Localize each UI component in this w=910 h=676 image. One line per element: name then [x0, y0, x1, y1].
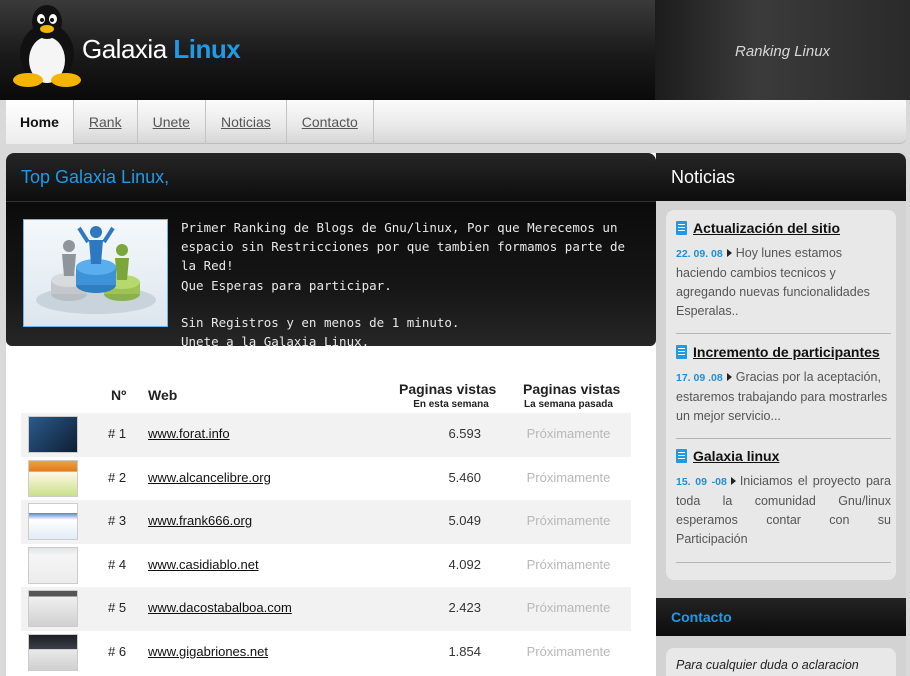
document-icon: [676, 449, 687, 463]
page-title: Top Galaxia Linux,: [21, 167, 170, 187]
news-body: 22. 09. 08 Hoy lunes estamos haciendo cam…: [676, 244, 891, 321]
intro-text: Primer Ranking de Blogs de Gnu/linux, Po…: [181, 218, 646, 351]
col-subheader-views-last: La semana pasada: [524, 399, 613, 410]
views-last-week: Próximamente: [526, 513, 611, 529]
site-thumbnail[interactable]: [28, 590, 78, 628]
nav-item-home[interactable]: Home: [6, 100, 74, 144]
brand-right: Linux: [173, 34, 241, 64]
views-count: 5.460: [448, 469, 481, 485]
main-content: Top Galaxia Linux, Primer Ranking de Blo…: [6, 153, 656, 676]
document-icon: [676, 221, 687, 235]
views-count: 1.854: [448, 643, 481, 659]
news-date: 22. 09. 08: [676, 248, 723, 260]
sidebar-header: Noticias: [656, 153, 906, 201]
contact-title: Contacto: [671, 609, 732, 625]
news-title-link[interactable]: Incremento de participantes: [676, 344, 891, 360]
news-divider: [676, 438, 891, 439]
views-last-week: Próximamente: [526, 600, 611, 616]
table-row: # 5 www.dacostabalboa.com 2.423 Próximam…: [21, 587, 631, 631]
news-title-link[interactable]: Actualización del sitio: [676, 220, 891, 236]
views-last-week: Próximamente: [526, 556, 611, 572]
site-header: Galaxia Linux Ranking Linux: [0, 0, 910, 100]
views-count: 5.049: [448, 513, 481, 529]
table-row: # 4 www.casidiablo.net 4.092 Próximament…: [21, 544, 631, 588]
contact-box: Para cualquier duda o aclaracion: [666, 648, 896, 676]
views-count: 4.092: [448, 556, 481, 572]
news-body: 15. 09 -08 Iniciamos el proyecto para tod…: [676, 472, 891, 549]
rank-number: # 3: [108, 513, 127, 529]
news-divider: [676, 562, 891, 563]
table-row: # 1 www.forat.info 6.593 Próximamente: [21, 413, 631, 457]
news-list: Actualización del sitio 22. 09. 08 Hoy lu…: [666, 210, 896, 580]
contact-text: Para cualquier duda o aclaracion: [676, 658, 859, 672]
arrow-right-icon: [726, 373, 732, 381]
table-row: # 2 www.alcancelibre.org 5.460 Próximame…: [21, 457, 631, 501]
rank-number: # 2: [108, 469, 127, 485]
news-divider: [676, 333, 891, 334]
site-link[interactable]: www.gigabriones.net: [148, 644, 268, 659]
site-link[interactable]: www.casidiablo.net: [148, 557, 259, 572]
news-item: Incremento de participantes 17. 09 .08 Gr…: [676, 344, 891, 426]
rank-number: # 6: [108, 643, 127, 659]
news-item: Galaxia linux 15. 09 -08 Iniciamos el pro…: [676, 448, 891, 549]
site-link[interactable]: www.frank666.org: [148, 513, 252, 528]
header-tagline: Ranking Linux: [735, 43, 831, 60]
col-header-views-last: Paginas vistas: [523, 381, 621, 397]
people-podium-icon: [36, 226, 156, 314]
news-title: Galaxia linux: [693, 448, 780, 464]
document-icon: [676, 345, 687, 359]
table-row: # 6 www.gigabriones.net 1.854 Próximamen…: [21, 631, 631, 675]
nav-item-rank[interactable]: Rank: [74, 100, 138, 144]
arrow-right-icon: [730, 477, 736, 485]
site-thumbnail[interactable]: [28, 546, 78, 584]
site-logo-text[interactable]: Galaxia Linux: [82, 34, 241, 65]
site-link[interactable]: www.alcancelibre.org: [148, 470, 271, 485]
col-header-views-week: Paginas vistas: [399, 381, 497, 397]
views-last-week: Próximamente: [526, 426, 611, 441]
col-header-number: Nº: [111, 387, 127, 403]
views-last-week: Próximamente: [526, 469, 611, 485]
nav-item-unete[interactable]: Unete: [138, 100, 206, 144]
arrow-right-icon: [726, 249, 732, 257]
ranking-table: Nº Web Paginas vistas En esta semana Pag…: [21, 375, 631, 675]
main-nav: Home Rank Unete Noticias Contacto: [6, 100, 906, 144]
site-thumbnail[interactable]: [28, 459, 78, 497]
news-title: Actualización del sitio: [693, 220, 841, 236]
news-body: 17. 09 .08 Gracias por la aceptación, est…: [676, 368, 891, 426]
intro-panel: Primer Ranking de Blogs de Gnu/linux, Po…: [6, 201, 656, 349]
views-last-week: Próximamente: [526, 643, 611, 659]
col-subheader-views-week: En esta semana: [413, 399, 489, 410]
sidebar-title: Noticias: [671, 167, 736, 187]
col-header-web: Web: [148, 387, 178, 403]
intro-paragraph-2: Sin Registros y en menos de 1 minuto. Un…: [181, 314, 460, 350]
site-link[interactable]: www.forat.info: [148, 426, 230, 441]
site-link[interactable]: www.dacostabalboa.com: [148, 600, 292, 615]
main-title-band: Top Galaxia Linux,: [6, 153, 656, 201]
nav-item-noticias[interactable]: Noticias: [206, 100, 287, 144]
rank-number: # 1: [108, 426, 127, 441]
rank-number: # 5: [108, 600, 127, 616]
site-thumbnail[interactable]: [28, 633, 78, 671]
news-date: 15. 09 -08: [676, 476, 727, 488]
tux-penguin-icon: [13, 5, 81, 87]
news-title-link[interactable]: Galaxia linux: [676, 448, 891, 464]
site-thumbnail[interactable]: [28, 503, 78, 541]
rank-number: # 4: [108, 556, 127, 572]
views-count: 6.593: [448, 426, 481, 441]
views-count: 2.423: [448, 600, 481, 616]
intro-image: [23, 219, 168, 327]
ranking-header: Nº Web Paginas vistas En esta semana Pag…: [21, 375, 631, 413]
sidebar: Noticias Actualización del sitio 22. 09.…: [656, 153, 906, 676]
table-row: # 3 www.frank666.org 5.049 Próximamente: [21, 500, 631, 544]
site-thumbnail[interactable]: [28, 416, 78, 453]
nav-item-contacto[interactable]: Contacto: [287, 100, 374, 144]
brand-left: Galaxia: [82, 34, 167, 64]
intro-paragraph-1: Primer Ranking de Blogs de Gnu/linux, Po…: [181, 220, 626, 293]
contact-header: Contacto: [656, 598, 906, 636]
news-item: Actualización del sitio 22. 09. 08 Hoy lu…: [676, 220, 891, 321]
news-title: Incremento de participantes: [693, 344, 880, 360]
news-date: 17. 09 .08: [676, 372, 723, 384]
